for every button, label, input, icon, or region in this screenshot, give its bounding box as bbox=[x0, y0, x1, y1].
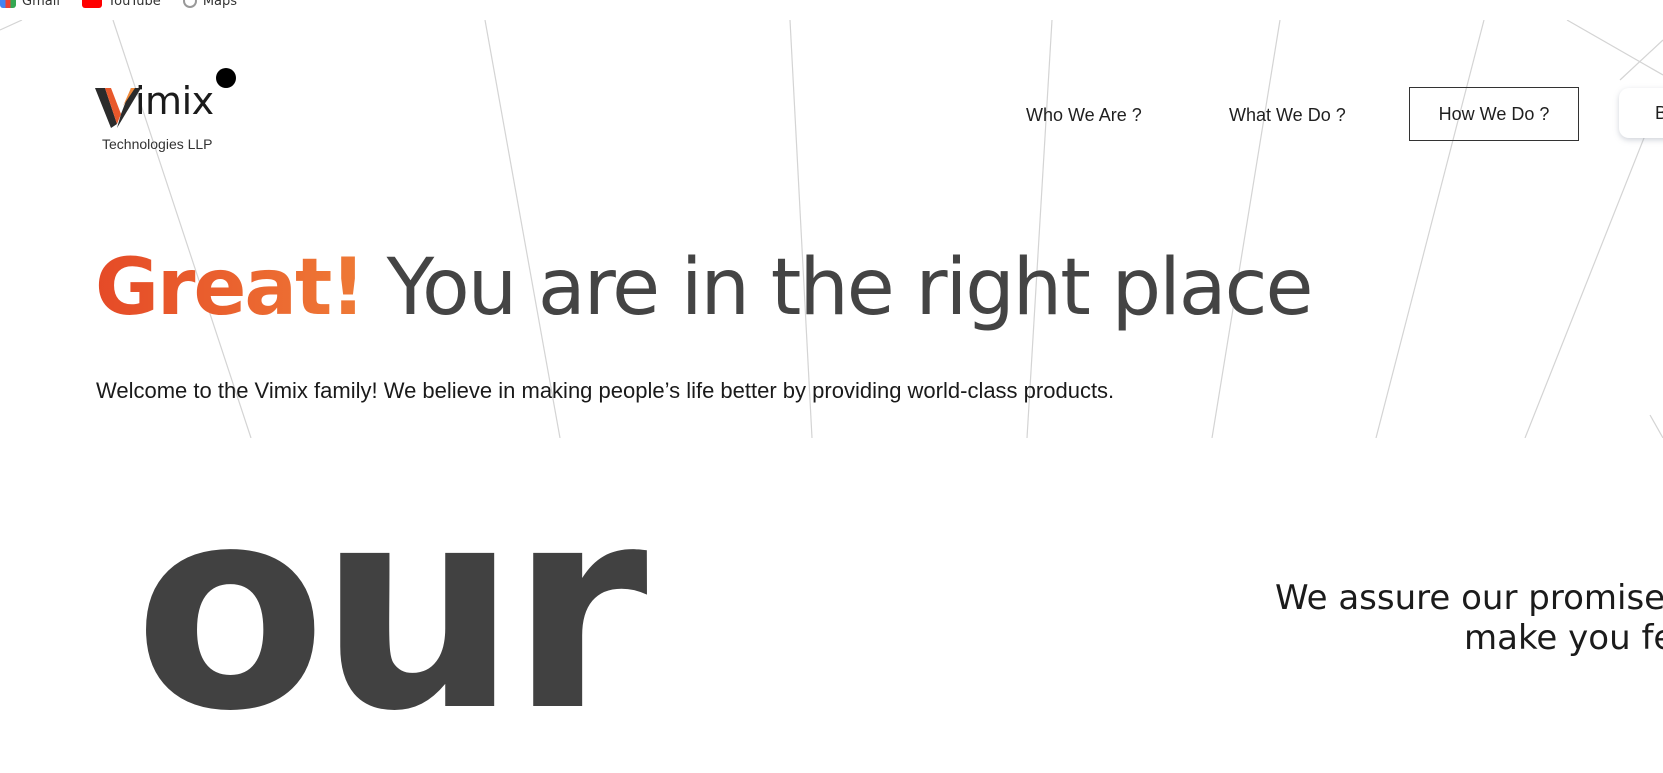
decorative-lines bbox=[0, 20, 1663, 438]
nav-how-we-do[interactable]: How We Do ? bbox=[1409, 87, 1579, 141]
hero-title-rest: You are in the right place bbox=[363, 243, 1314, 333]
nav-what-we-do[interactable]: What We Do ? bbox=[1229, 105, 1346, 126]
nav-who-we-are[interactable]: Who We Are ? bbox=[1026, 105, 1142, 126]
section-big-word: our bbox=[134, 447, 648, 773]
hero-title-accent: Great! bbox=[95, 243, 366, 333]
hero-subtitle: Welcome to the Vimix family! We believe … bbox=[96, 378, 1115, 403]
promise-text: We assure our promise make you fe bbox=[1275, 578, 1663, 658]
logo-subtitle: Technologies LLP bbox=[102, 136, 213, 152]
bookmarks-bar: Gmail YouTube Maps bbox=[0, 0, 251, 11]
company-logo[interactable]: imix Technologies LLP bbox=[95, 68, 245, 158]
bookmark-gmail[interactable]: Gmail bbox=[0, 0, 60, 9]
logo-dot-icon bbox=[216, 68, 236, 88]
bookmark-label: Maps bbox=[202, 0, 238, 9]
maps-icon bbox=[182, 0, 197, 8]
bookmark-maps[interactable]: Maps bbox=[182, 0, 238, 9]
bookmark-label: YouTube bbox=[107, 0, 161, 9]
promise-line-1: We assure our promise bbox=[1275, 578, 1663, 618]
logo-wordmark: imix bbox=[135, 79, 214, 123]
bookmark-youtube[interactable]: YouTube bbox=[81, 0, 161, 9]
bookmark-label: Gmail bbox=[22, 0, 60, 9]
gmail-icon bbox=[0, 0, 16, 8]
promise-line-2: make you fe bbox=[1464, 618, 1663, 658]
nav-cut-off-button[interactable]: B bbox=[1619, 88, 1663, 138]
youtube-icon bbox=[81, 0, 102, 8]
hero-title: Great! You are in the right place bbox=[95, 247, 1313, 330]
